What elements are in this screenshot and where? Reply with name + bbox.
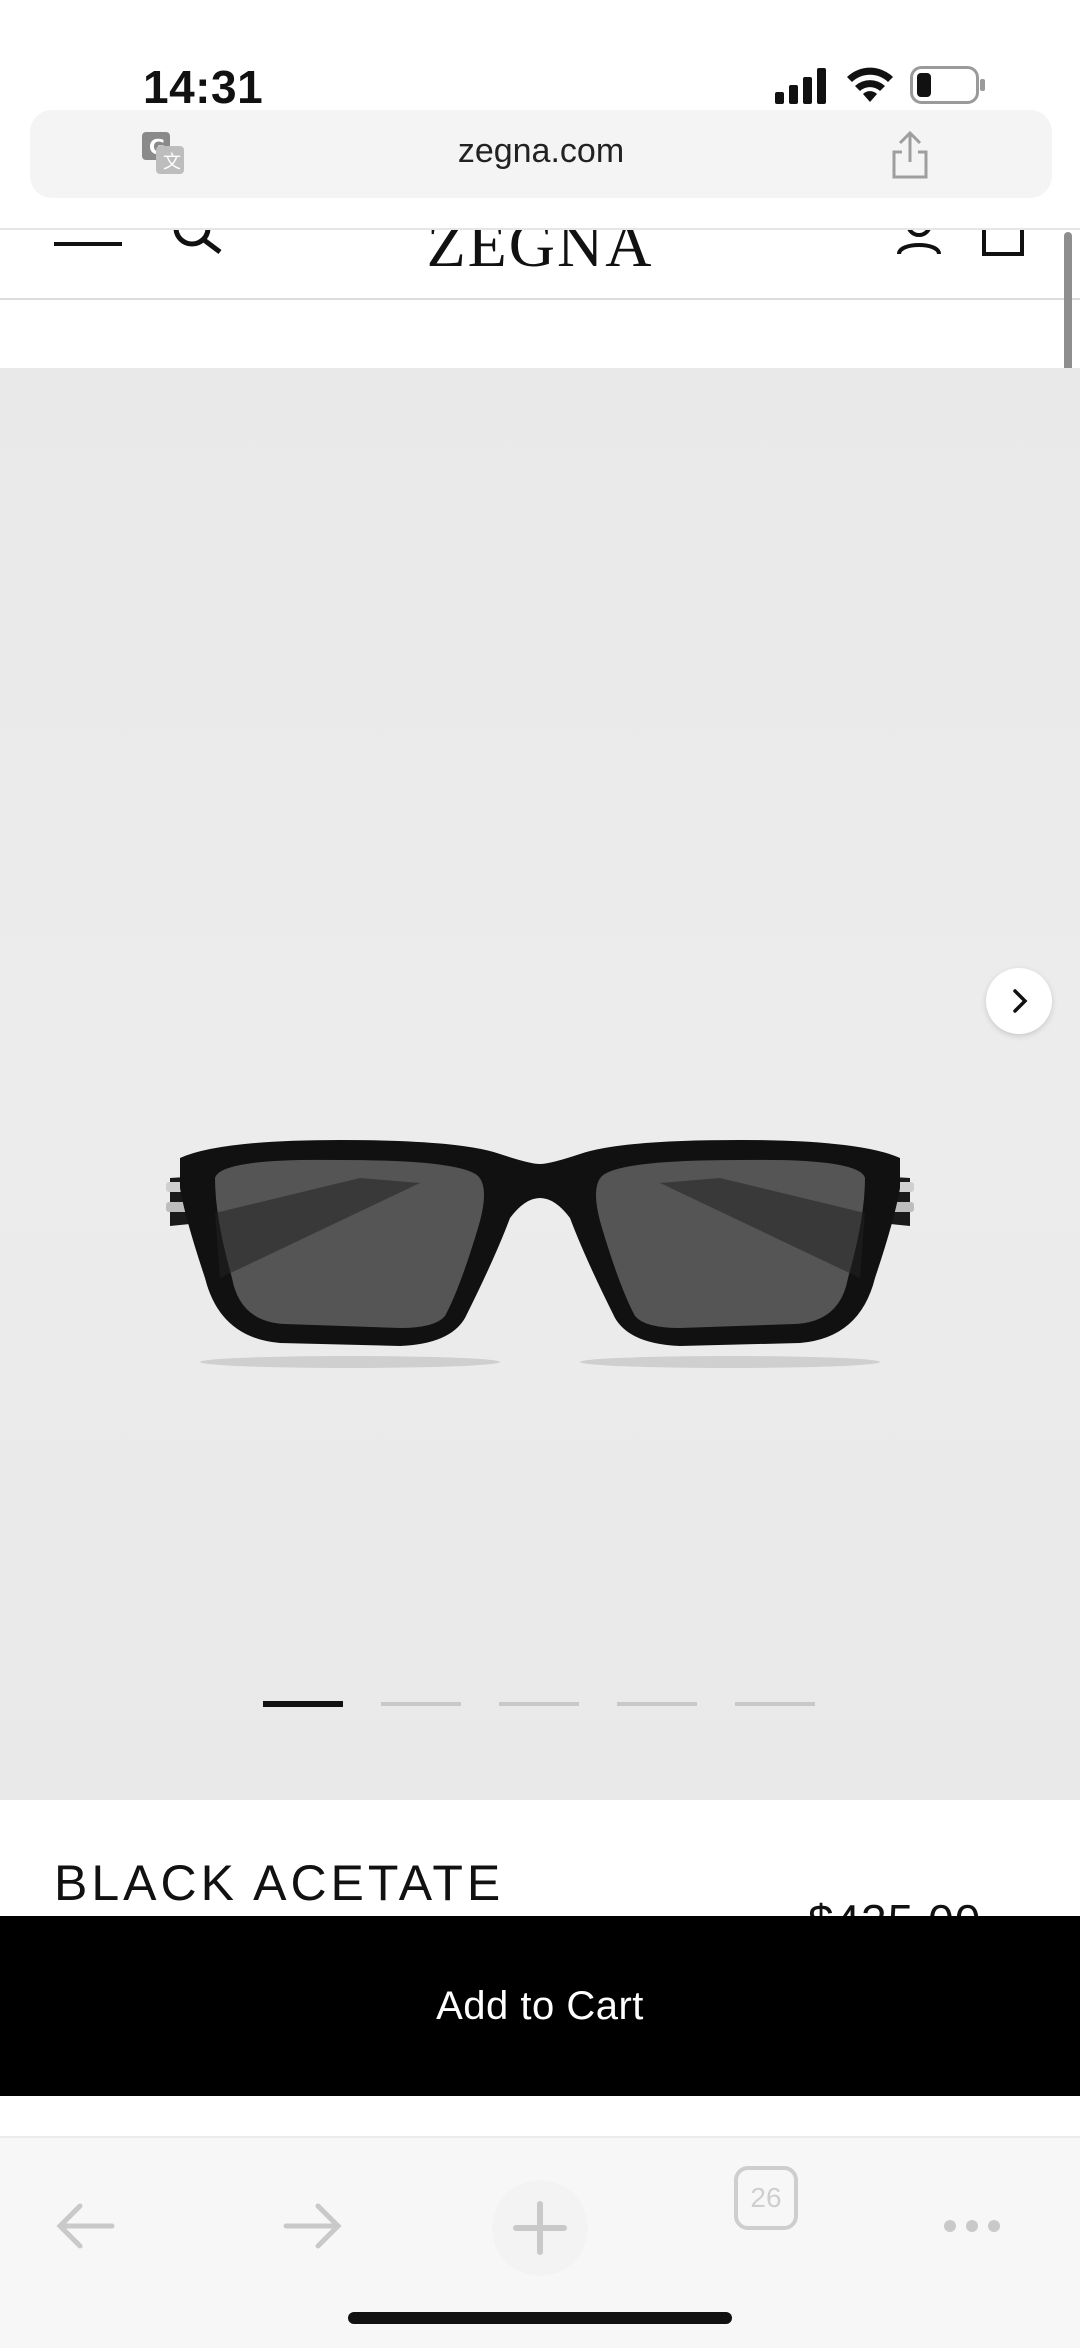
gallery-dot-5[interactable] [735, 1702, 815, 1706]
gallery-dot-4[interactable] [617, 1702, 697, 1706]
chevron-right-icon [1013, 989, 1028, 1013]
site-header: ZEGNA [0, 230, 1080, 298]
gallery-dot-3[interactable] [499, 1702, 579, 1706]
share-icon[interactable] [888, 130, 932, 180]
status-time: 14:31 [143, 61, 264, 113]
product-image-sunglasses [166, 1140, 914, 1368]
wifi-icon [847, 67, 893, 102]
account-icon[interactable] [896, 230, 942, 256]
product-title: BLACK ACETATE [54, 1855, 505, 1911]
gallery-pagination [0, 1701, 1080, 1708]
shopping-bag-icon[interactable] [980, 230, 1026, 256]
address-bar[interactable]: G 文 zegna.com [30, 110, 1052, 198]
next-image-button[interactable] [986, 968, 1052, 1034]
gallery-dot-2[interactable] [381, 1702, 461, 1706]
add-to-cart-button[interactable]: Add to Cart [0, 1916, 1080, 2096]
more-options-icon[interactable] [940, 2194, 1004, 2258]
product-gallery[interactable] [0, 368, 1080, 1800]
new-tab-plus-icon[interactable] [490, 2178, 590, 2278]
back-arrow-icon[interactable] [54, 2194, 118, 2258]
cellular-signal-icon [775, 68, 826, 104]
tabs-count-button[interactable]: 26 [734, 2166, 798, 2230]
gallery-dot-1[interactable] [263, 1701, 343, 1707]
status-bar: 14:31 [0, 0, 1080, 113]
header-divider [0, 298, 1080, 300]
forward-arrow-icon[interactable] [280, 2194, 344, 2258]
home-indicator[interactable] [348, 2312, 732, 2324]
battery-icon [910, 66, 985, 104]
